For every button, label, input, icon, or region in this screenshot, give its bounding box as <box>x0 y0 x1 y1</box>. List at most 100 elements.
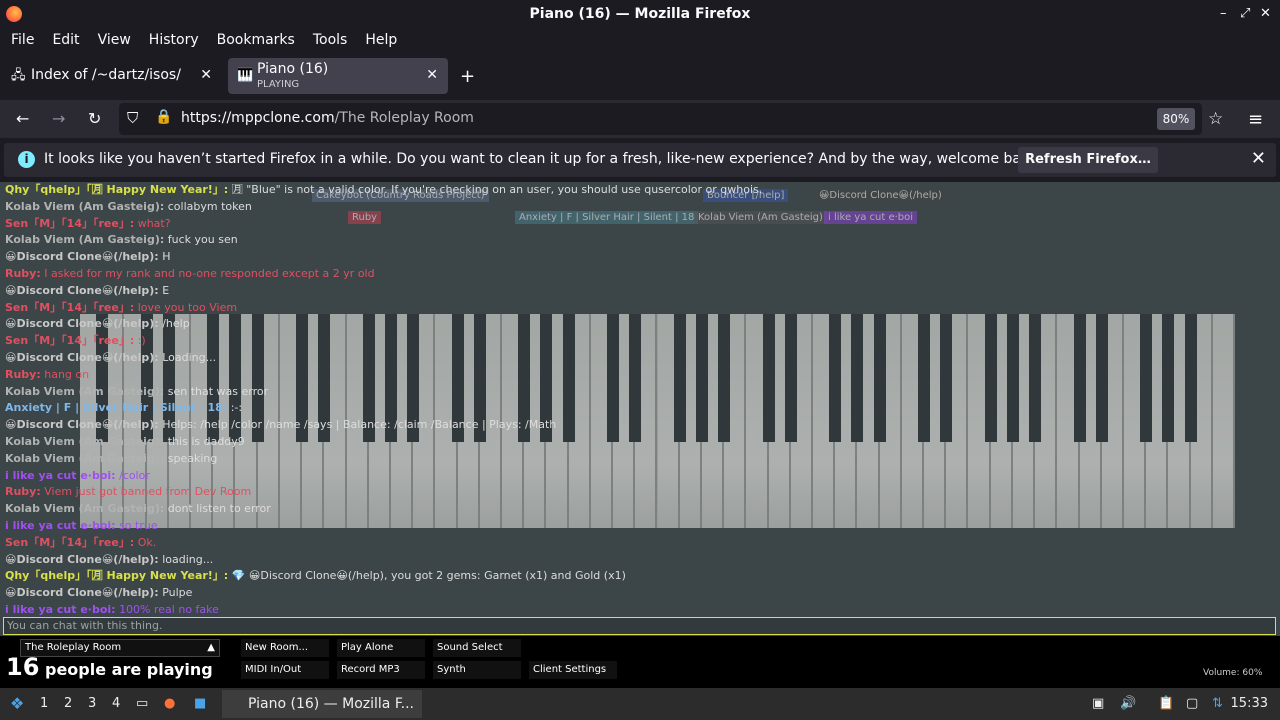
refresh-firefox-button[interactable]: Refresh Firefox… <box>1018 147 1158 173</box>
window-titlebar: Piano (16) — Mozilla Firefox – ⤢ ✕ <box>0 0 1280 29</box>
sound-select-button[interactable]: Sound Select <box>433 639 521 657</box>
reload-icon[interactable]: ↻ <box>88 109 101 128</box>
client-settings-button[interactable]: Client Settings <box>529 661 617 679</box>
chat-author[interactable]: 😀Discord Clone😀(/help): <box>5 586 159 599</box>
menu-tools[interactable]: Tools <box>304 29 357 54</box>
chat-author[interactable]: Kolab Viem (Am Gasteig): <box>5 452 164 465</box>
chat-author[interactable]: Sen「M」「14」「ree」: <box>5 217 134 230</box>
chat-author[interactable]: Kolab Viem (Am Gasteig): <box>5 200 164 213</box>
chat-author[interactable]: 😀Discord Clone😀(/help): <box>5 250 159 263</box>
chat-author[interactable]: Kolab Viem (Am Gasteig): <box>5 385 164 398</box>
tab-label: Piano (16) <box>257 61 329 77</box>
chat-input[interactable]: You can chat with this thing. <box>3 617 1276 635</box>
taskbar: ❖ 1 2 3 4 ▭ ● ■ Piano (16) — Mozilla F..… <box>0 688 1280 720</box>
workspace-2[interactable]: 2 <box>64 696 72 711</box>
chat-text: Helps: /help /color /name /says | Balanc… <box>162 418 557 432</box>
chat-text: collabym token <box>167 199 252 213</box>
lock-icon[interactable]: 🔒 <box>155 109 172 125</box>
chat-message: 😀Discord Clone😀(/help): E <box>5 283 905 300</box>
maximize-icon[interactable]: ⤢ <box>1240 6 1250 21</box>
clipboard-icon[interactable]: 📋 <box>1158 696 1174 711</box>
url-text[interactable]: https://mppclone.com/The Roleplay Room <box>181 110 474 126</box>
tab-piano[interactable]: 🎹 Piano (16) PLAYING ✕ <box>228 58 448 94</box>
chat-author[interactable]: Kolab Viem (Am Gasteig): <box>5 502 164 515</box>
url-bar[interactable]: ⛉ 🔒 https://mppclone.com/The Roleplay Ro… <box>119 103 1223 135</box>
back-icon[interactable]: ← <box>16 109 29 128</box>
chat-author[interactable]: Qhy「qhelp」「🈷 Happy New Year!」: <box>5 183 228 196</box>
menu-bookmarks[interactable]: Bookmarks <box>208 29 304 54</box>
volume-icon[interactable]: 🔊 <box>1120 696 1136 711</box>
menu-file[interactable]: File <box>2 29 43 54</box>
chat-author[interactable]: Ruby: <box>5 368 41 381</box>
player-count: 16 people are playing <box>6 653 213 681</box>
chat-message: 😀Discord Clone😀(/help): Pulpe <box>5 585 905 602</box>
terminal-icon[interactable]: ■ <box>194 696 206 711</box>
chat-author[interactable]: 😀Discord Clone😀(/help): <box>5 317 159 330</box>
workspace-3[interactable]: 3 <box>88 696 96 711</box>
chat-text: loading... <box>162 552 214 566</box>
bookmark-star-icon[interactable]: ☆ <box>1208 109 1223 129</box>
chat-author[interactable]: Sen「M」「14」「ree」: <box>5 536 134 549</box>
new-room-button[interactable]: New Room... <box>241 639 329 657</box>
close-notification-icon[interactable]: ✕ <box>1251 148 1266 169</box>
menu-history[interactable]: History <box>140 29 208 54</box>
chat-text: 100% real no fake <box>119 602 219 616</box>
chat-message: Ruby: hang on <box>5 367 905 384</box>
tab-isos[interactable]: 🖧 Index of /~dartz/isos/ ✕ <box>2 58 222 94</box>
chat-author[interactable]: Sen「M」「14」「ree」: <box>5 301 134 314</box>
chat-author[interactable]: i like ya cut e·boi: <box>5 603 116 616</box>
chat-author[interactable]: i like ya cut e·boi: <box>5 519 116 532</box>
chat-author[interactable]: 😀Discord Clone😀(/help): <box>5 553 159 566</box>
chat-message: 😀Discord Clone😀(/help): loading... <box>5 552 905 569</box>
chat-text: /help <box>162 317 190 331</box>
tray-icon[interactable]: ▣ <box>1092 696 1104 711</box>
chat-author[interactable]: Kolab Viem (Am Gasteig): <box>5 233 164 246</box>
record-mp3-button[interactable]: Record MP3 <box>337 661 425 679</box>
forward-icon[interactable]: → <box>52 109 65 128</box>
chat-author[interactable]: 😀Discord Clone😀(/help): <box>5 351 159 364</box>
chat-message: Ruby: I asked for my rank and no-one res… <box>5 266 905 283</box>
close-tab-icon[interactable]: ✕ <box>200 67 212 83</box>
hamburger-menu-icon[interactable]: ≡ <box>1248 109 1263 130</box>
zoom-badge[interactable]: 80% <box>1157 108 1195 130</box>
close-window-icon[interactable]: ✕ <box>1260 6 1271 21</box>
chat-message: Sen「M」「14」「ree」: :) <box>5 333 905 350</box>
chat-author[interactable]: Kolab Viem (Am Gasteig): <box>5 435 164 448</box>
play-alone-button[interactable]: Play Alone <box>337 639 425 657</box>
chat-author[interactable]: 😀Discord Clone😀(/help): <box>5 418 159 431</box>
firefox-launcher-icon[interactable]: ● <box>164 696 175 711</box>
chat-author[interactable]: Qhy「qhelp」「🈷 Happy New Year!」: <box>5 569 228 582</box>
new-tab-icon[interactable]: + <box>460 66 475 87</box>
chat-text: I asked for my rank and no-one responded… <box>44 266 375 280</box>
chat-author[interactable]: Ruby: <box>5 267 41 280</box>
chat-author[interactable]: 😀Discord Clone😀(/help): <box>5 284 159 297</box>
chat-author[interactable]: i like ya cut e·boi: <box>5 469 116 482</box>
chat-text: fuck you sen <box>167 233 238 247</box>
chat-author[interactable]: Ruby: <box>5 485 41 498</box>
shield-icon[interactable]: ⛉ <box>127 109 138 127</box>
workspace-4[interactable]: 4 <box>112 696 120 711</box>
menu-help[interactable]: Help <box>356 29 406 54</box>
chat-message: Sen「M」「14」「ree」: what? <box>5 216 905 233</box>
network-icon[interactable]: ⇅ <box>1212 696 1223 711</box>
minimize-icon[interactable]: – <box>1220 6 1227 21</box>
file-manager-icon[interactable]: ▭ <box>136 696 148 711</box>
synth-button[interactable]: Synth <box>433 661 521 679</box>
close-tab-icon[interactable]: ✕ <box>426 67 438 83</box>
taskbar-firefox-task[interactable]: Piano (16) — Mozilla F... <box>222 690 422 718</box>
chat-author[interactable]: Sen「M」「14」「ree」: <box>5 334 134 347</box>
chat-text: 🈷 "Blue" is not a valid color. If you're… <box>231 183 763 196</box>
chat-message: Anxiety | F | Silver Hair | Silent | 18:… <box>5 400 905 417</box>
chat-message: Ruby: Viem just got banned from Dev Room <box>5 484 905 501</box>
start-menu-icon[interactable]: ❖ <box>10 694 24 713</box>
menu-edit[interactable]: Edit <box>43 29 88 54</box>
chat-text: Loading... <box>162 350 217 364</box>
volume-label[interactable]: Volume: 60% <box>1203 668 1262 678</box>
display-icon[interactable]: ▢ <box>1186 696 1198 711</box>
chat-message: i like ya cut e·boi: so true <box>5 518 905 535</box>
chat-text: Viem just got banned from Dev Room <box>44 485 252 499</box>
menu-view[interactable]: View <box>89 29 140 54</box>
midi-button[interactable]: MIDI In/Out <box>241 661 329 679</box>
workspace-1[interactable]: 1 <box>40 696 48 711</box>
chat-author[interactable]: Anxiety | F | Silver Hair | Silent | 18: <box>5 401 227 414</box>
